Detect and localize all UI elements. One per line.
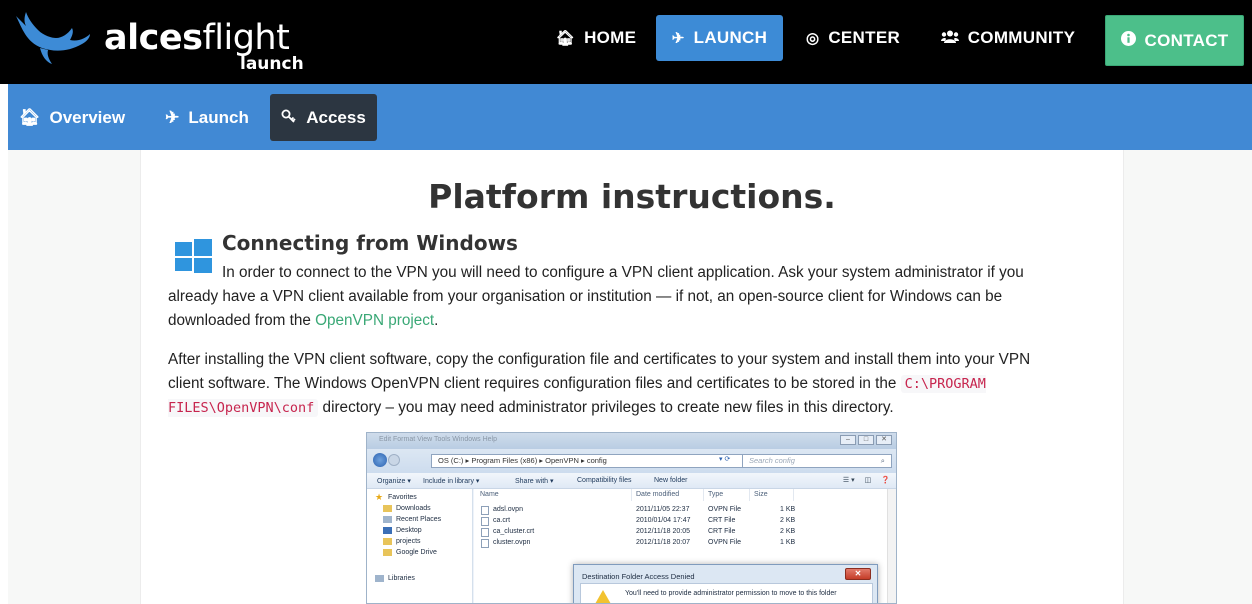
nav-community-label: COMMUNITY bbox=[967, 28, 1076, 47]
file-icon bbox=[481, 517, 489, 526]
subnav-access[interactable]: Access bbox=[270, 94, 377, 141]
section-title: Connecting from Windows bbox=[222, 231, 518, 255]
folder-icon bbox=[383, 538, 392, 545]
explorer-address-bar: OS (C:) ▸ Program Files (x86) ▸ OpenVPN … bbox=[431, 454, 761, 468]
plane-icon: ✈︎ bbox=[671, 30, 685, 47]
nav-favorites: ★ Favorites bbox=[375, 492, 417, 502]
minimize-icon: – bbox=[840, 435, 856, 445]
explorer-titlebar: Edit Format View Tools Windows Help – □ … bbox=[367, 433, 896, 449]
nav-center[interactable]: ◎ CENTER bbox=[798, 15, 908, 61]
warning-icon bbox=[595, 590, 611, 603]
explorer-menu: Edit Format View Tools Windows Help bbox=[379, 436, 498, 443]
nav-google-drive: Google Drive bbox=[383, 549, 437, 556]
top-navbar: alcesflight launch 🏠︎ HOME ✈︎ LAUNCH ◎ C… bbox=[0, 0, 1252, 84]
subnav-launch-label: Launch bbox=[188, 107, 249, 127]
openvpn-project-link[interactable]: OpenVPN project bbox=[315, 312, 434, 329]
nav-home[interactable]: 🏠︎ HOME bbox=[548, 15, 644, 61]
nav-contact-button[interactable]: CONTACT bbox=[1105, 15, 1244, 66]
close-icon: ✕ bbox=[876, 435, 892, 445]
file-row: ca.crt 2010/01/04 17:47 CRT File 2 KB bbox=[474, 517, 896, 527]
nav-projects: projects bbox=[383, 538, 421, 545]
view-controls: ☰ ▾ ◫ ❓ bbox=[843, 476, 890, 484]
star-icon: ★ bbox=[375, 492, 384, 502]
subnav-access-label: Access bbox=[306, 107, 366, 127]
file-row: adsl.ovpn 2011/11/05 22:37 OVPN File 1 KB bbox=[474, 506, 896, 516]
desktop-icon bbox=[383, 527, 392, 534]
toolbar-include: Include in library ▾ bbox=[423, 478, 480, 485]
explorer-screenshot: Edit Format View Tools Windows Help – □ … bbox=[366, 432, 897, 604]
preview-icon: ◫ bbox=[864, 477, 872, 484]
dialog-text: You'll need to provide administrator per… bbox=[625, 590, 837, 597]
file-icon bbox=[481, 528, 489, 537]
brand-name: alcesflight bbox=[104, 18, 290, 58]
view-icon: ☰ ▾ bbox=[842, 477, 855, 484]
refresh-icon: ▾ ⟳ bbox=[719, 456, 731, 463]
home-icon: 🏠︎ bbox=[555, 30, 576, 47]
search-icon: ⌕ bbox=[880, 456, 885, 465]
toolbar-organize: Organize ▾ bbox=[377, 478, 411, 485]
toolbar-compat: Compatibility files bbox=[577, 477, 632, 484]
forward-arrow-icon bbox=[388, 454, 400, 466]
intro-end: . bbox=[434, 312, 439, 329]
explorer-nav-pane: ★ Favorites Downloads Recent Places Deskt… bbox=[367, 489, 473, 603]
page-title: Platform instructions. bbox=[428, 177, 836, 216]
subnav-launch[interactable]: ✈︎ Launch bbox=[161, 94, 253, 141]
access-denied-dialog: Destination Folder Access Denied ✕ You'l… bbox=[573, 564, 878, 603]
nav-center-label: CENTER bbox=[828, 28, 901, 47]
file-row: cluster.ovpn 2012/11/18 20:07 OVPN File 1 K… bbox=[474, 539, 896, 549]
subnav-overview-label: Overview bbox=[49, 107, 126, 127]
library-icon bbox=[375, 575, 384, 582]
recent-icon bbox=[383, 516, 392, 523]
help-icon: ❓ bbox=[881, 477, 890, 484]
dialog-body: You'll need to provide administrator per… bbox=[580, 583, 873, 603]
nav-desktop: Desktop bbox=[383, 527, 422, 534]
brand-sub: launch bbox=[240, 54, 304, 74]
plane-icon: ✈︎ bbox=[165, 107, 180, 127]
nav-launch[interactable]: ✈︎ LAUNCH bbox=[656, 15, 783, 61]
nav-launch-label: LAUNCH bbox=[693, 28, 768, 47]
install-paragraph: After installing the VPN client software… bbox=[168, 348, 1068, 420]
dialog-title: Destination Folder Access Denied bbox=[582, 572, 695, 581]
explorer-toolbar: Organize ▾ Include in library ▾ Share wi… bbox=[367, 473, 896, 489]
info-icon bbox=[1120, 31, 1136, 50]
nav-downloads: Downloads bbox=[383, 505, 431, 512]
explorer-address-row: OS (C:) ▸ Program Files (x86) ▸ OpenVPN … bbox=[367, 449, 896, 473]
explorer-scrollbar bbox=[887, 489, 896, 603]
col-type: Type bbox=[708, 491, 724, 498]
file-row: ca_cluster.crt 2012/11/18 20:05 CRT File 2 … bbox=[474, 528, 896, 538]
file-icon bbox=[481, 539, 489, 548]
folder-icon bbox=[383, 505, 392, 512]
col-size: Size bbox=[754, 491, 768, 498]
nav-contact-label: CONTACT bbox=[1144, 30, 1229, 50]
nav-home-label: HOME bbox=[584, 28, 637, 47]
close-icon: ✕ bbox=[845, 568, 871, 580]
search-placeholder: Search config bbox=[749, 456, 795, 465]
nav-libraries: Libraries bbox=[375, 575, 415, 582]
users-icon bbox=[940, 30, 959, 47]
back-arrow-icon bbox=[373, 453, 387, 467]
window-buttons: – □ ✕ bbox=[840, 435, 892, 445]
nav-community[interactable]: COMMUNITY bbox=[928, 15, 1088, 61]
intro-paragraph: In order to connect to the VPN you will … bbox=[168, 261, 1068, 333]
subnav-overview[interactable]: 🏠︎ Overview bbox=[16, 94, 128, 141]
antlers-icon bbox=[16, 12, 90, 64]
col-date: Date modified bbox=[636, 491, 680, 498]
toolbar-new-folder: New folder bbox=[654, 477, 688, 484]
alces-flight-logo[interactable]: alcesflight launch bbox=[12, 8, 304, 74]
install-end: directory – you may need administrator p… bbox=[318, 399, 894, 416]
file-icon bbox=[481, 506, 489, 515]
folder-icon bbox=[383, 549, 392, 556]
key-icon bbox=[281, 108, 297, 128]
toolbar-share: Share with ▾ bbox=[515, 478, 554, 485]
target-icon: ◎ bbox=[805, 30, 820, 47]
nav-recent-places: Recent Places bbox=[383, 516, 441, 523]
col-name: Name bbox=[480, 491, 499, 498]
intro-text: In order to connect to the VPN you will … bbox=[168, 264, 1024, 329]
maximize-icon: □ bbox=[858, 435, 874, 445]
sub-navbar: 🏠︎ Overview ✈︎ Launch Access bbox=[8, 84, 1252, 150]
home-icon: 🏠︎ bbox=[18, 107, 41, 127]
explorer-search-box: Search config ⌕ bbox=[742, 454, 892, 468]
